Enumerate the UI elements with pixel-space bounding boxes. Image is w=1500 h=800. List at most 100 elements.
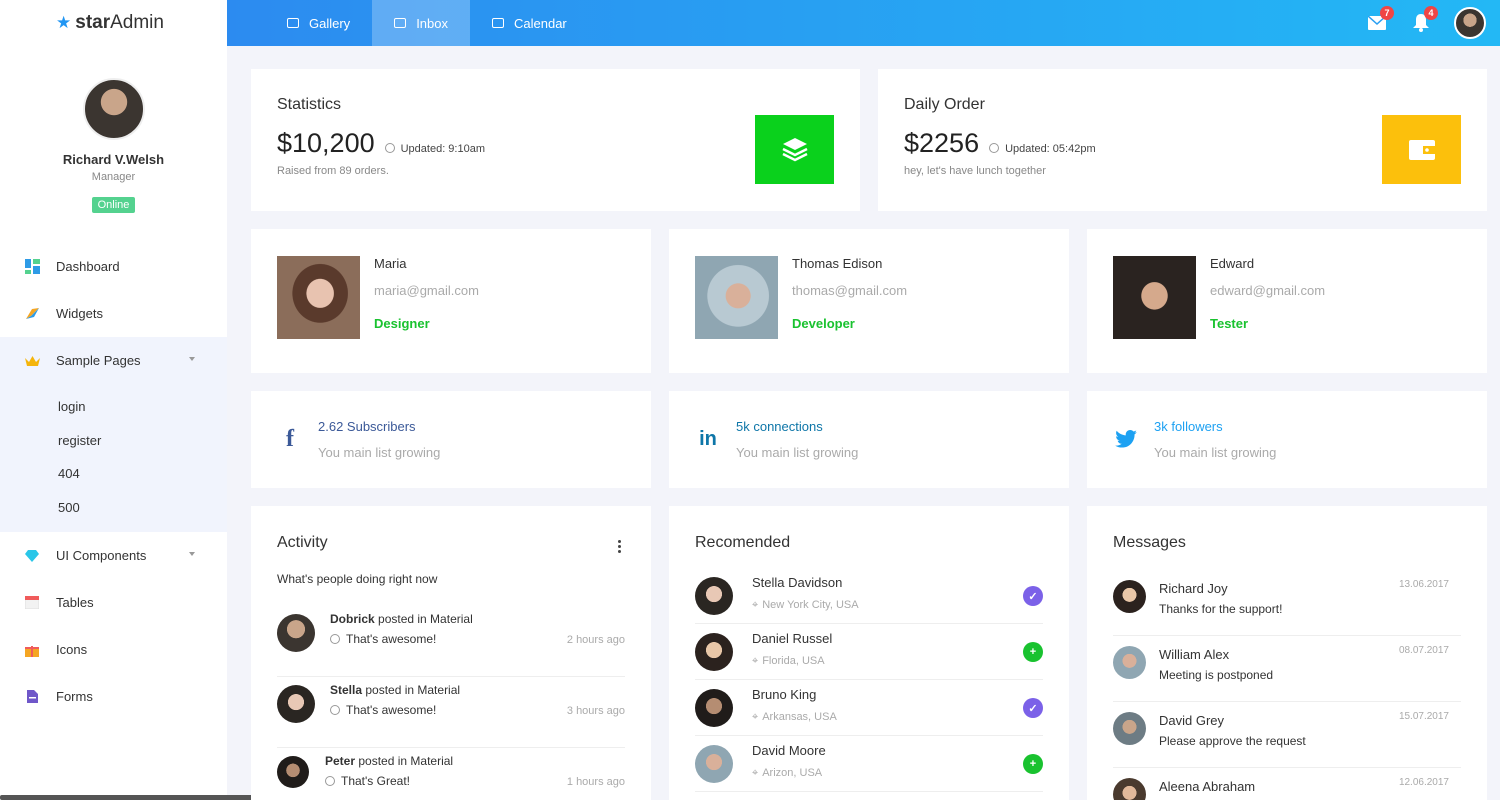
layers-icon-box xyxy=(755,115,834,184)
sidebar-item-widgets[interactable]: Widgets xyxy=(0,290,227,337)
message-sender: David Grey xyxy=(1159,713,1225,728)
activity-line: Stella posted in Material xyxy=(330,683,460,697)
stat-amount: $2256 Updated: 05:42pm xyxy=(904,128,1461,159)
tab-label: Calendar xyxy=(514,15,567,31)
activity-text: That's awesome! xyxy=(330,703,436,717)
tab-inbox[interactable]: Inbox xyxy=(372,0,470,46)
check-icon[interactable]: ✓ xyxy=(1023,698,1043,718)
activity-item[interactable]: Dobrick posted in Material That's awesom… xyxy=(277,606,625,677)
diamond-icon xyxy=(24,548,40,564)
avatar xyxy=(277,756,309,788)
sidebar-item-sample-pages[interactable]: Sample Pages xyxy=(0,337,227,384)
plus-icon[interactable]: + xyxy=(1023,642,1043,662)
message-date: 13.06.2017 xyxy=(1398,579,1449,590)
activity-item[interactable]: Peter posted in Material That's Great! 1… xyxy=(277,748,625,800)
activity-action: posted in Material xyxy=(355,754,454,768)
wallet-icon xyxy=(1408,139,1435,160)
sample-pages-submenu: login register 404 500 xyxy=(0,384,227,532)
person-card-maria: Maria maria@gmail.com Designer xyxy=(251,229,651,373)
person-photo xyxy=(695,256,778,339)
brand-logo[interactable]: ★ star Admin xyxy=(0,0,227,45)
gift-icon xyxy=(24,642,40,658)
sidebar-item-tables[interactable]: Tables xyxy=(0,579,227,626)
recommended-name: Stella Davidson xyxy=(752,575,843,590)
activity-text: That's awesome! xyxy=(330,632,436,646)
social-subtitle: You main list growing xyxy=(318,445,441,460)
card-title: Recomended xyxy=(695,534,791,551)
sidebar-item-label: Dashboard xyxy=(56,259,120,274)
activity-user: Dobrick xyxy=(330,612,375,626)
person-card-edward: Edward edward@gmail.com Tester xyxy=(1087,229,1487,373)
message-item[interactable]: Aleena Abraham 12.06.2017 xyxy=(1113,768,1461,800)
dashboard-icon xyxy=(24,259,40,275)
message-item[interactable]: Richard Joy Thanks for the support! 13.0… xyxy=(1113,570,1461,636)
submenu-item-login[interactable]: login xyxy=(0,390,227,424)
avatar xyxy=(1113,712,1146,745)
social-count[interactable]: 5k connections xyxy=(736,419,858,434)
widgets-icon xyxy=(24,306,40,322)
list-item[interactable]: David Moore ⌖ Arizon, USA + xyxy=(695,736,1043,792)
notification-button[interactable]: 4 xyxy=(1410,6,1438,34)
sidebar-item-label: UI Components xyxy=(56,548,147,563)
recommended-location: ⌖ New York City, USA xyxy=(752,599,859,611)
updated-text: Updated: 05:42pm xyxy=(1005,143,1096,155)
tab-calendar[interactable]: Calendar xyxy=(470,0,589,46)
avatar xyxy=(1113,646,1146,679)
activity-time: 3 hours ago xyxy=(566,705,625,717)
activity-time: 2 hours ago xyxy=(566,634,625,646)
mail-icon xyxy=(394,18,407,28)
form-doc-icon xyxy=(24,689,40,705)
brand-name-bold: star xyxy=(75,11,111,33)
person-email[interactable]: thomas@gmail.com xyxy=(792,283,907,298)
message-item[interactable]: David Grey Please approve the request 15… xyxy=(1113,702,1461,768)
sidebar: ★ star Admin Richard V.Welsh Manager Onli… xyxy=(0,0,227,800)
list-item[interactable]: Bruno King ⌖ Arkansas, USA ✓ xyxy=(695,680,1043,736)
activity-action: posted in Material xyxy=(362,683,461,697)
sidebar-item-ui-components[interactable]: UI Components xyxy=(0,532,227,579)
avatar xyxy=(277,685,315,723)
sidebar-item-forms[interactable]: Forms xyxy=(0,673,227,720)
chevron-down-icon xyxy=(189,552,195,556)
activity-item[interactable]: Stella posted in Material That's awesome… xyxy=(277,677,625,748)
submenu-item-404[interactable]: 404 xyxy=(0,457,227,491)
avatar xyxy=(1113,580,1146,613)
plus-icon[interactable]: + xyxy=(1023,754,1043,774)
location-pin-icon: ⌖ xyxy=(752,711,759,723)
person-email[interactable]: maria@gmail.com xyxy=(374,283,479,298)
mail-button[interactable]: 7 xyxy=(1366,6,1394,34)
list-item[interactable]: Stella Davidson ⌖ New York City, USA ✓ xyxy=(695,568,1043,624)
social-count[interactable]: 2.62 Subscribers xyxy=(318,419,440,434)
sidebar-item-label: Forms xyxy=(56,689,93,704)
check-icon[interactable]: ✓ xyxy=(1023,586,1043,606)
statistics-card: Statistics $10,200 Updated: 9:10am Raise… xyxy=(251,69,860,211)
sidebar-item-icons[interactable]: Icons xyxy=(0,626,227,673)
social-count[interactable]: 3k followers xyxy=(1154,419,1276,434)
person-email[interactable]: edward@gmail.com xyxy=(1210,283,1325,298)
clock-icon xyxy=(384,143,395,153)
daily-order-card: Daily Order $2256 Updated: 05:42pm hey, … xyxy=(878,69,1487,211)
message-sender: Richard Joy xyxy=(1159,581,1228,596)
message-item[interactable]: William Alex Meeting is postponed 08.07.… xyxy=(1113,636,1461,702)
sidebar-item-dashboard[interactable]: Dashboard xyxy=(0,243,227,290)
submenu-item-500[interactable]: 500 xyxy=(0,491,227,525)
sidebar-item-label: Widgets xyxy=(56,306,103,321)
person-role: Developer xyxy=(792,316,855,331)
star-icon: ★ xyxy=(56,12,72,32)
message-text: Please approve the request xyxy=(1159,734,1306,748)
profile-avatar[interactable] xyxy=(82,78,145,140)
list-item[interactable]: Daniel Russel ⌖ Florida, USA + xyxy=(695,624,1043,680)
clock-icon xyxy=(330,634,340,644)
tab-gallery[interactable]: Gallery xyxy=(227,0,372,46)
clock-icon xyxy=(330,705,340,715)
card-title: Daily Order xyxy=(904,96,985,113)
clock-icon xyxy=(325,776,335,786)
social-card-twitter: 3k followers You main list growing xyxy=(1087,391,1487,488)
stat-subtitle: hey, let's have lunch together xyxy=(904,165,1046,177)
user-avatar[interactable] xyxy=(1454,7,1486,39)
message-text: Meeting is postponed xyxy=(1159,668,1274,682)
person-role: Designer xyxy=(374,316,430,331)
more-vertical-icon[interactable] xyxy=(618,540,621,553)
submenu-item-register[interactable]: register xyxy=(0,424,227,458)
twitter-icon xyxy=(1115,427,1137,451)
card-title: Messages xyxy=(1113,534,1186,551)
